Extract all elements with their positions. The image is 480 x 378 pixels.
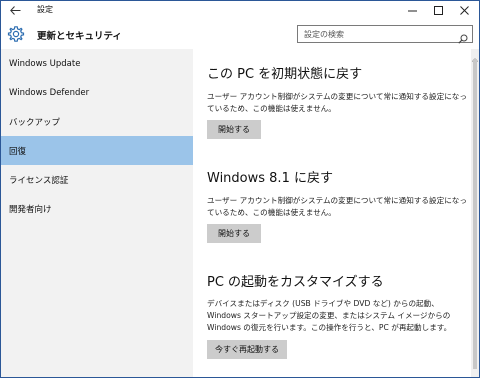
sidebar-item-activation[interactable]: ライセンス認証 <box>1 165 193 194</box>
back-arrow-icon[interactable] <box>7 2 23 18</box>
sidebar-item-label: Windows Update <box>9 58 81 69</box>
restart-now-button[interactable]: 今すぐ再起動する <box>207 340 287 359</box>
sidebar-item-recovery[interactable]: 回復 <box>1 136 193 165</box>
reset-pc-start-button[interactable]: 開始する <box>207 120 261 139</box>
search-icon[interactable] <box>458 29 468 44</box>
section-description-reset-pc: ユーザー アカウント制御がシステムの変更について常に通知する設定になっているため… <box>207 92 467 113</box>
settings-window: 設定 更新とセキュリティ Win <box>0 0 480 378</box>
scroll-up-icon[interactable] <box>471 49 479 62</box>
close-button[interactable] <box>451 1 477 19</box>
sidebar-item-windows-update[interactable]: Windows Update <box>1 49 193 78</box>
sidebar-item-label: バックアップ <box>9 117 61 128</box>
scroll-thumb[interactable] <box>473 59 477 369</box>
sidebar-item-backup[interactable]: バックアップ <box>1 107 193 136</box>
sidebar: Windows Update Windows Defender バックアップ 回… <box>1 49 193 377</box>
section-description-advanced-startup: デバイスまたはディスク (USB ドライブや DVD など) からの起動、Win… <box>207 299 452 332</box>
vertical-scrollbar[interactable] <box>471 49 479 377</box>
section-heading-go-back: Windows 8.1 に戻す <box>207 171 333 186</box>
sidebar-item-label: ライセンス認証 <box>9 175 69 186</box>
main-content: この PC を初期状態に戻す ユーザー アカウント制御がシステムの変更について常… <box>193 49 471 377</box>
window-title: 設定 <box>37 5 53 14</box>
sidebar-item-label: Windows Defender <box>9 87 90 98</box>
section-heading-reset-pc: この PC を初期状態に戻す <box>207 67 363 82</box>
minimize-button[interactable] <box>399 1 425 19</box>
page-header: 更新とセキュリティ <box>1 19 479 49</box>
sidebar-item-label: 開発者向け <box>9 204 52 215</box>
title-bar: 設定 <box>1 1 479 19</box>
sidebar-item-developers[interactable]: 開発者向け <box>1 194 193 223</box>
section-title: 更新とセキュリティ <box>37 31 122 42</box>
search-box[interactable] <box>297 25 473 44</box>
gear-icon <box>7 25 25 43</box>
sidebar-item-windows-defender[interactable]: Windows Defender <box>1 78 193 107</box>
sidebar-item-label: 回復 <box>9 146 27 157</box>
search-input[interactable] <box>298 26 454 42</box>
go-back-start-button[interactable]: 開始する <box>207 224 261 243</box>
section-heading-advanced-startup: PC の起動をカスタマイズする <box>207 275 384 290</box>
maximize-button[interactable] <box>425 1 451 19</box>
section-description-go-back: ユーザー アカウント制御がシステムの変更について常に通知する設定になっているため… <box>207 196 467 217</box>
